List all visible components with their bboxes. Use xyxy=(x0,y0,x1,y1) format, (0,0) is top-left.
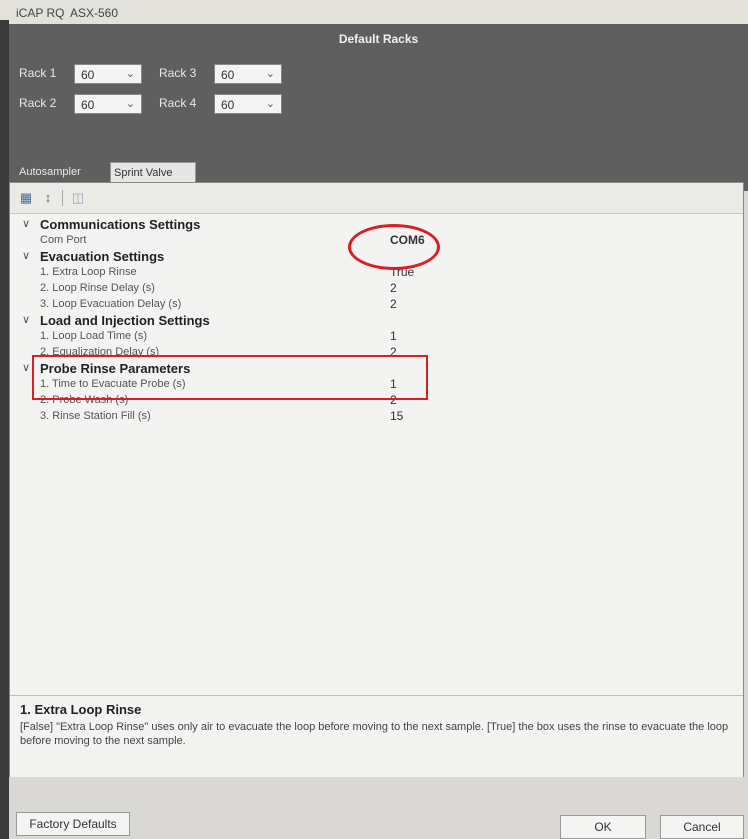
property-pages-icon[interactable]: ◫ xyxy=(68,189,88,207)
collapse-chevron-icon[interactable]: ∨ xyxy=(22,313,30,326)
chevron-down-icon: ⌄ xyxy=(125,98,135,110)
property-grid: ▦ ↕ ◫ ∨ Communications Settings Com Port… xyxy=(9,182,744,777)
property-value[interactable]: 2 xyxy=(390,281,397,295)
rack-2-select[interactable]: 60 ⌄ xyxy=(74,94,142,114)
app-title: iCAP RQ xyxy=(16,6,65,20)
factory-defaults-button[interactable]: Factory Defaults xyxy=(16,812,130,836)
property-label: 2. Probe Wash (s) xyxy=(40,394,129,406)
tab-autosampler[interactable]: Autosampler xyxy=(16,162,108,182)
categorized-view-icon[interactable]: ▦ xyxy=(16,189,36,207)
property-row[interactable]: 1. Time to Evacuate Probe (s) 1 xyxy=(10,377,743,393)
property-row[interactable]: 1. Extra Loop Rinse True xyxy=(10,265,743,281)
chevron-down-icon: ⌄ xyxy=(265,98,275,110)
property-label: 1. Loop Load Time (s) xyxy=(40,330,148,342)
chevron-down-icon: ⌄ xyxy=(125,68,135,80)
property-value[interactable]: 2 xyxy=(390,297,397,311)
rack-2-value: 60 xyxy=(81,98,95,112)
category-evacuation[interactable]: ∨ Evacuation Settings xyxy=(10,249,743,265)
category-probe-rinse[interactable]: ∨ Probe Rinse Parameters xyxy=(10,361,743,377)
property-value[interactable]: 2 xyxy=(390,345,397,359)
property-row-com-port[interactable]: Com Port COM6 xyxy=(10,233,743,249)
property-value[interactable]: 1 xyxy=(390,329,397,343)
property-label: 1. Time to Evacuate Probe (s) xyxy=(40,378,186,390)
collapse-chevron-icon[interactable]: ∨ xyxy=(22,361,30,374)
rack-1-select[interactable]: 60 ⌄ xyxy=(74,64,142,84)
rack-3-select[interactable]: 60 ⌄ xyxy=(214,64,282,84)
property-grid-toolbar: ▦ ↕ ◫ xyxy=(10,183,743,214)
property-row[interactable]: 3. Loop Evacuation Delay (s) 2 xyxy=(10,297,743,313)
title-bar: iCAP RQ ASX-560 xyxy=(0,0,748,24)
property-label: 2. Loop Rinse Delay (s) xyxy=(40,282,155,294)
rack-3-value: 60 xyxy=(221,68,235,82)
property-rows: ∨ Communications Settings Com Port COM6 … xyxy=(10,217,743,425)
default-racks-title: Default Racks xyxy=(338,32,419,46)
category-title: Probe Rinse Parameters xyxy=(40,361,191,376)
collapse-chevron-icon[interactable]: ∨ xyxy=(22,249,30,262)
description-text: [False] "Extra Loop Rinse" uses only air… xyxy=(20,721,729,747)
property-value[interactable]: True xyxy=(390,265,414,279)
property-label: Com Port xyxy=(40,234,87,246)
property-row[interactable]: 3. Rinse Station Fill (s) 15 xyxy=(10,409,743,425)
rack-3-label: Rack 3 xyxy=(159,66,197,80)
category-title: Evacuation Settings xyxy=(40,249,165,264)
property-label: 1. Extra Loop Rinse xyxy=(40,266,137,278)
alphabetical-sort-icon[interactable]: ↕ xyxy=(38,189,58,207)
cancel-button[interactable]: Cancel xyxy=(660,815,744,839)
property-row[interactable]: 2. Equalization Delay (s) 2 xyxy=(10,345,743,361)
toolbar-separator xyxy=(62,190,63,206)
category-communications[interactable]: ∨ Communications Settings xyxy=(10,217,743,233)
property-row[interactable]: 2. Probe Wash (s) 2 xyxy=(10,393,743,409)
rack-1-value: 60 xyxy=(81,68,95,82)
chevron-down-icon: ⌄ xyxy=(265,68,275,80)
rack-1-label: Rack 1 xyxy=(19,66,57,80)
ok-button[interactable]: OK xyxy=(560,815,646,839)
rack-2-label: Rack 2 xyxy=(19,96,57,110)
category-title: Communications Settings xyxy=(40,217,201,232)
property-row[interactable]: 2. Loop Rinse Delay (s) 2 xyxy=(10,281,743,297)
property-label: 2. Equalization Delay (s) xyxy=(40,346,160,358)
property-label: 3. Rinse Station Fill (s) xyxy=(40,410,151,422)
category-load-injection[interactable]: ∨ Load and Injection Settings xyxy=(10,313,743,329)
property-value-com-port[interactable]: COM6 xyxy=(390,233,425,247)
device-title: ASX-560 xyxy=(70,6,119,20)
property-row[interactable]: 1. Loop Load Time (s) 1 xyxy=(10,329,743,345)
description-panel: 1. Extra Loop Rinse [False] "Extra Loop … xyxy=(10,695,743,777)
rack-4-select[interactable]: 60 ⌄ xyxy=(214,94,282,114)
rack-4-label: Rack 4 xyxy=(159,96,197,110)
description-title: 1. Extra Loop Rinse xyxy=(20,702,142,717)
collapse-chevron-icon[interactable]: ∨ xyxy=(22,217,30,230)
rack-4-value: 60 xyxy=(221,98,235,112)
property-value[interactable]: 1 xyxy=(390,377,397,391)
tab-sprint-valve[interactable]: Sprint Valve xyxy=(110,162,196,182)
window-edge xyxy=(0,20,9,839)
property-value[interactable]: 2 xyxy=(390,393,397,407)
property-value[interactable]: 15 xyxy=(390,409,403,423)
property-label: 3. Loop Evacuation Delay (s) xyxy=(40,298,182,310)
category-title: Load and Injection Settings xyxy=(40,313,210,328)
